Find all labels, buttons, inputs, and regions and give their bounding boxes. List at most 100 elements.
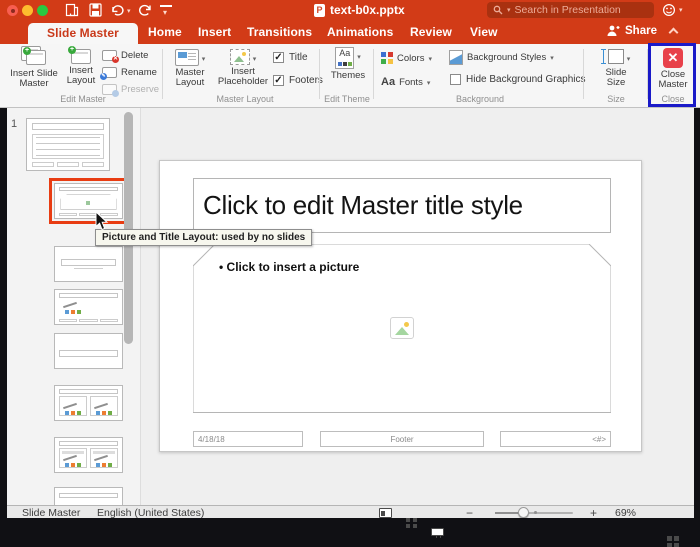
toolbar-options-icon[interactable]	[160, 5, 172, 7]
powerpoint-file-icon	[314, 3, 325, 17]
master-slide-thumbnail[interactable]	[26, 118, 110, 171]
zoom-out-button[interactable]: −	[466, 506, 473, 520]
title-slide-layout-thumbnail[interactable]	[54, 246, 123, 282]
tab-home[interactable]: Home	[148, 25, 182, 44]
undo-dropdown-caret[interactable]: ▾	[127, 7, 131, 15]
tab-transitions[interactable]: Transitions	[247, 25, 312, 44]
slide-size-button[interactable]: ▾ Slide Size	[592, 46, 640, 89]
themes-caret: ▾	[357, 54, 361, 61]
tab-slide-master[interactable]: Slide Master	[28, 23, 138, 44]
footer-placeholder[interactable]: Footer	[320, 431, 484, 447]
group-label-background: Background	[455, 94, 505, 104]
slide-editing-canvas: Click to edit Master title style • Click…	[141, 108, 694, 505]
delete-button[interactable]: ✕ Delete	[102, 47, 148, 63]
status-view-name[interactable]: Slide Master	[22, 507, 80, 519]
search-scope-caret[interactable]: ▾	[507, 6, 511, 14]
undo-icon[interactable]	[110, 3, 125, 17]
colors-icon	[381, 52, 393, 64]
slide-size-icon	[600, 49, 624, 66]
group-label-edit-master: Edit Master	[60, 94, 106, 104]
ribbon: + Insert Slide Master + Insert Layout ✕ …	[0, 43, 700, 108]
zoom-in-button[interactable]: +	[590, 506, 597, 520]
fonts-button[interactable]: Aa Fonts ▾	[381, 74, 430, 90]
slide-thumbnail-panel: 1	[7, 108, 141, 505]
slide-size-caret: ▾	[626, 56, 631, 63]
master-layout-caret: ▾	[201, 56, 206, 63]
title-placeholder[interactable]: Click to edit Master title style	[193, 178, 611, 233]
title-bar: ▾ ▾ text-b0x.pptx ▾ Search in Presentati…	[0, 0, 700, 20]
feedback-dropdown-caret[interactable]: ▾	[679, 6, 683, 14]
picture-placeholder-prompt: • Click to insert a picture	[219, 260, 360, 274]
desktop-edge-right	[694, 108, 700, 522]
title-and-content-layout-thumbnail[interactable]	[54, 289, 123, 325]
title-only-layout-thumbnail[interactable]	[54, 487, 123, 505]
themes-icon: Aa	[335, 47, 355, 69]
search-icon	[493, 5, 503, 15]
rename-button[interactable]: ✎ Rename	[100, 64, 157, 80]
thumbnail-scrollbar[interactable]	[124, 112, 133, 344]
mouse-cursor	[95, 211, 109, 231]
insert-layout-icon: +	[68, 46, 91, 64]
desktop-edge-left	[0, 108, 7, 522]
comparison-layout-thumbnail[interactable]	[54, 437, 123, 473]
zoom-window-button[interactable]	[37, 5, 48, 16]
colors-button[interactable]: Colors ▾	[381, 50, 432, 66]
save-icon[interactable]	[89, 3, 102, 17]
insert-slide-master-button[interactable]: + Insert Slide Master	[6, 46, 62, 90]
date-placeholder[interactable]: 4/18/18	[193, 431, 303, 447]
group-label-master-layout: Master Layout	[216, 94, 274, 104]
normal-view-button[interactable]	[379, 508, 392, 518]
fit-slide-to-window-button[interactable]	[667, 536, 679, 547]
background-styles-icon	[449, 49, 463, 65]
close-master-highlight-box	[648, 43, 696, 107]
status-language[interactable]: English (United States)	[97, 507, 204, 519]
search-input[interactable]: ▾ Search in Presentation	[487, 2, 654, 18]
picture-icon-sun	[404, 322, 409, 327]
tab-review[interactable]: Review	[410, 25, 452, 44]
picture-placeholder[interactable]: • Click to insert a picture	[193, 244, 611, 413]
picture-and-title-layout-thumbnail[interactable]	[49, 178, 128, 224]
collapse-ribbon-chevron[interactable]	[668, 27, 679, 37]
feedback-smiley-icon[interactable]	[662, 3, 676, 17]
minimize-window-button[interactable]	[22, 5, 33, 16]
close-window-button[interactable]	[7, 5, 18, 16]
slide-master-layout-editor[interactable]: Click to edit Master title style • Click…	[159, 160, 642, 452]
insert-placeholder-button[interactable]: ▾ Insert Placeholder	[214, 46, 272, 88]
footers-checkbox[interactable]: ✓ Footers	[273, 75, 323, 86]
two-content-layout-thumbnail[interactable]	[54, 385, 123, 421]
title-checkbox[interactable]: ✓ Title	[273, 52, 308, 63]
master-layout-icon	[174, 49, 199, 66]
title-checkbox-box: ✓	[273, 52, 284, 63]
delete-icon: ✕	[102, 49, 119, 63]
background-styles-button[interactable]: Background Styles ▾	[449, 49, 554, 65]
tab-view[interactable]: View	[470, 25, 498, 44]
insert-placeholder-icon	[229, 49, 250, 65]
slideshow-view-button[interactable]	[431, 528, 444, 538]
slide-sorter-view-button[interactable]	[406, 518, 417, 528]
ribbon-tab-bar: Slide Master Home Insert Transitions Ani…	[0, 20, 700, 44]
insert-picture-icon[interactable]	[390, 317, 414, 339]
insert-layout-button[interactable]: + Insert Layout	[62, 46, 100, 87]
footers-checkbox-box: ✓	[273, 75, 284, 86]
section-header-layout-thumbnail[interactable]	[54, 333, 123, 369]
hide-background-graphics-checkbox[interactable]: Hide Background Graphics	[450, 74, 586, 85]
status-bar: Slide Master English (United States) − +…	[7, 505, 694, 547]
picture-icon-mountain	[395, 327, 409, 335]
toolbar-options-caret[interactable]: ▾	[163, 8, 167, 17]
rename-icon: ✎	[100, 66, 117, 80]
redo-icon[interactable]	[138, 3, 152, 17]
tab-insert[interactable]: Insert	[198, 25, 231, 44]
insert-placeholder-caret: ▾	[252, 56, 257, 63]
share-button[interactable]: Share	[606, 24, 679, 37]
preserve-icon	[102, 83, 119, 97]
master-layout-button[interactable]: ▾ Master Layout	[167, 46, 213, 89]
themes-button[interactable]: Aa ▾ Themes	[326, 46, 370, 81]
slide-number-placeholder[interactable]: <#>	[500, 431, 611, 447]
new-document-icon[interactable]	[65, 3, 79, 17]
zoom-slider-thumb[interactable]	[518, 507, 529, 518]
tab-animations[interactable]: Animations	[327, 25, 393, 44]
zoom-percentage[interactable]: 69%	[615, 507, 636, 519]
insert-slide-master-icon: +	[21, 46, 47, 67]
layout-tooltip: Picture and Title Layout: used by no sli…	[95, 229, 313, 246]
fonts-icon: Aa	[381, 76, 396, 88]
